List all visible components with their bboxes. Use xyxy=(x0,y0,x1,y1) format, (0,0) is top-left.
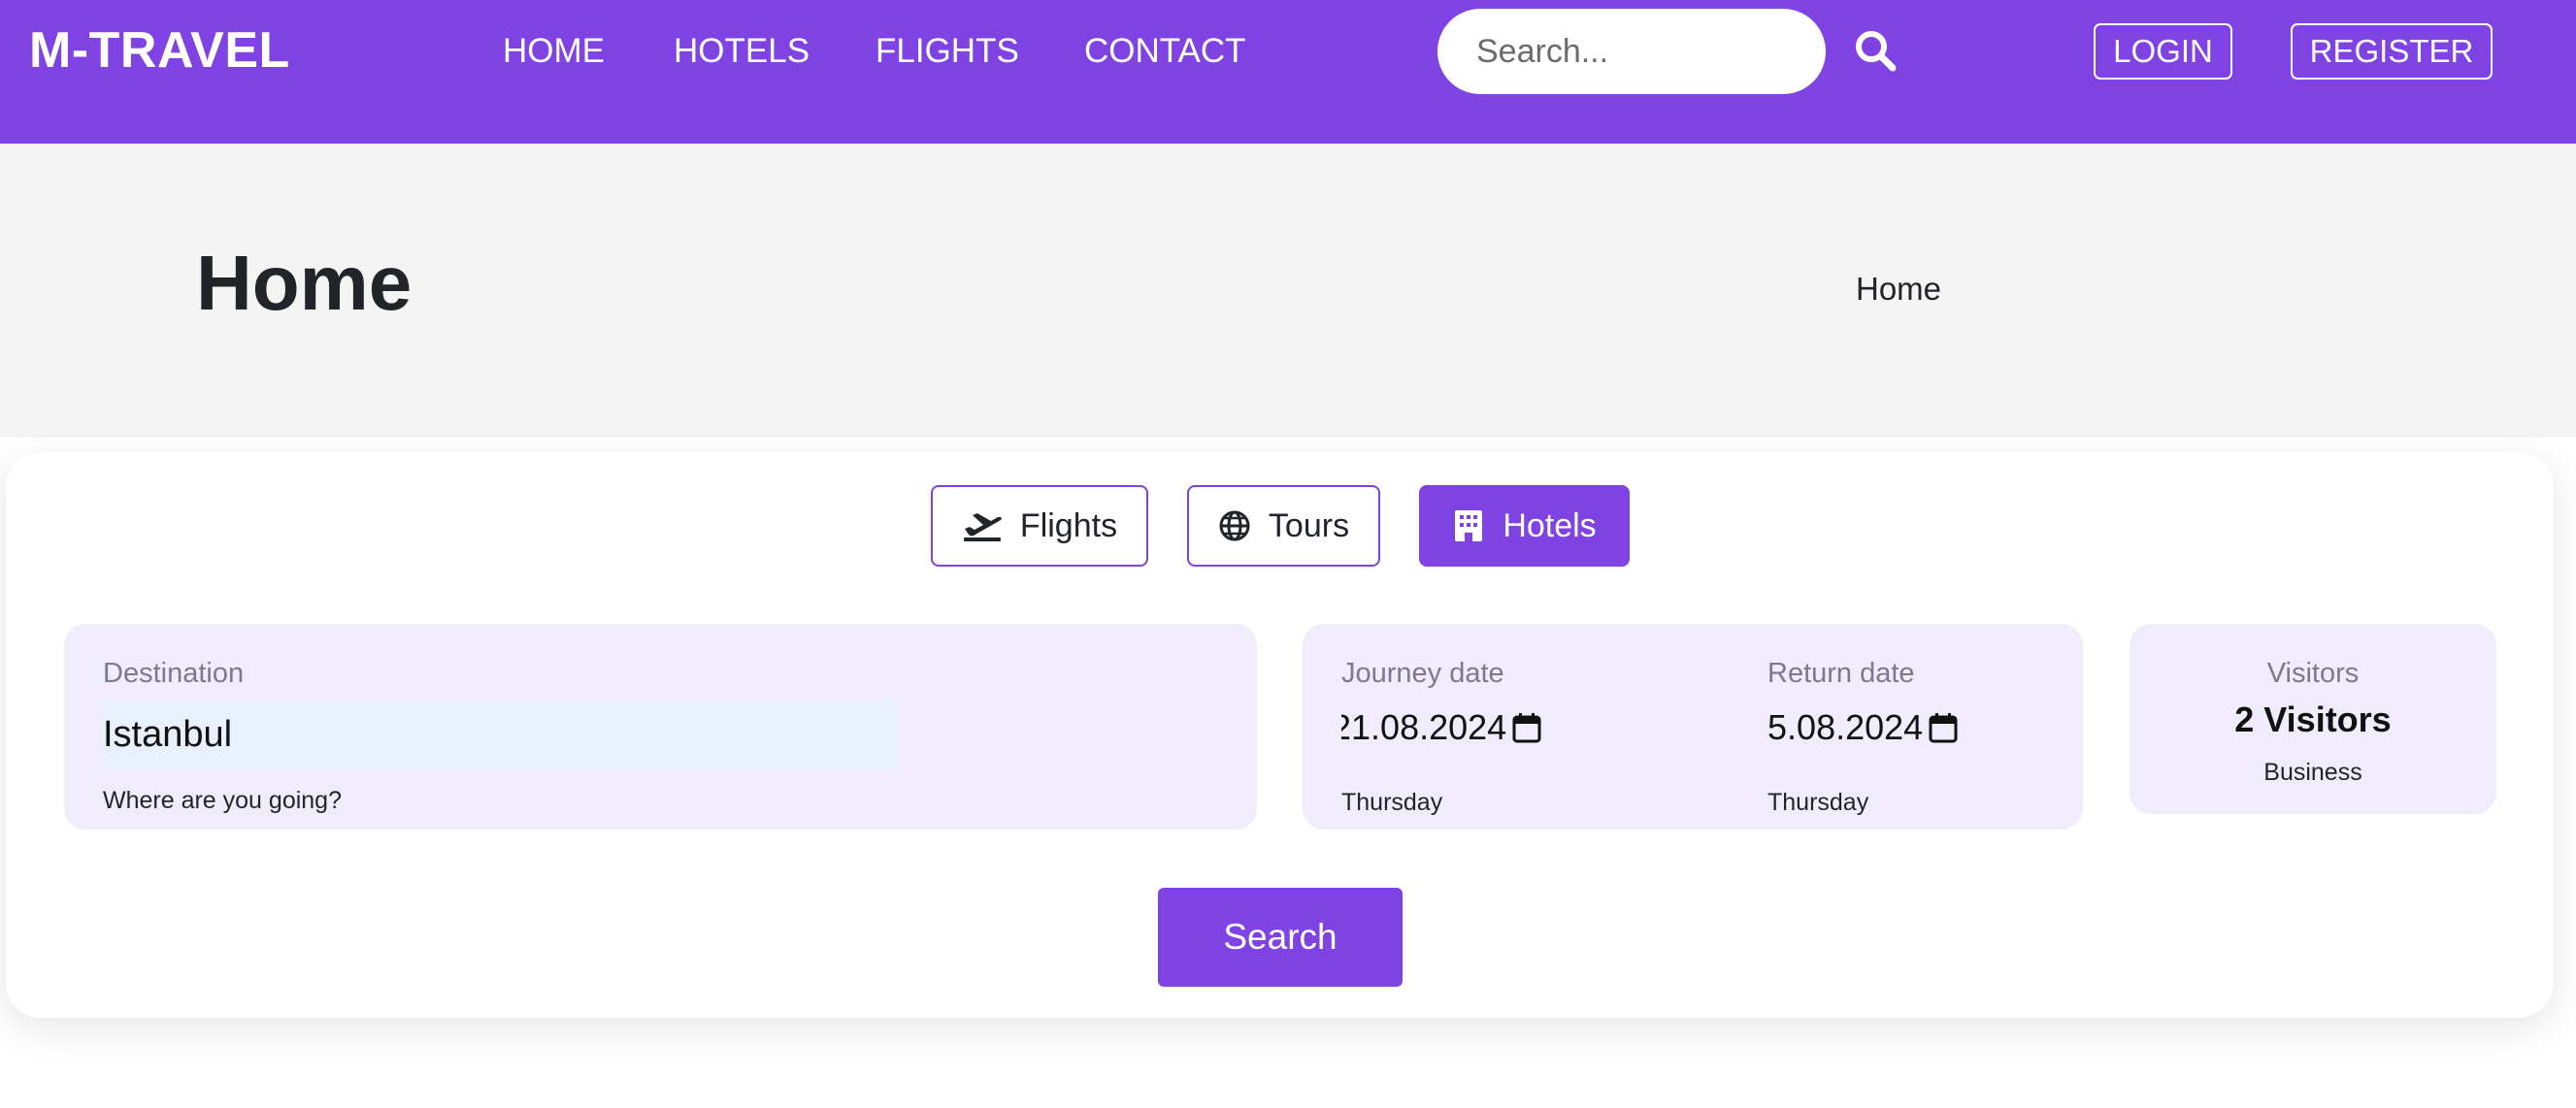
page-header: Home Home xyxy=(0,144,2576,438)
breadcrumb[interactable]: Home xyxy=(1856,270,1941,309)
tab-hotels-label: Hotels xyxy=(1503,506,1597,544)
travel-class: Business xyxy=(2263,759,2362,786)
tab-flights-label: Flights xyxy=(1019,506,1118,544)
journey-date-value: 21.08.2024 xyxy=(1341,707,1507,747)
return-date-value: 25.08.2024 xyxy=(1767,707,1924,747)
page-title: Home xyxy=(196,240,413,326)
nav-link-contact[interactable]: CONTACT xyxy=(1084,29,1246,74)
visitors-count[interactable]: 2 Visitors xyxy=(2130,698,2496,742)
return-day: Thursday xyxy=(1767,789,1869,816)
register-button[interactable]: REGISTER xyxy=(2291,23,2493,80)
journey-day: Thursday xyxy=(1341,789,1443,816)
journey-date-label: Journey date xyxy=(1341,658,1504,689)
visitors-panel[interactable]: Visitors 2 Visitors Business xyxy=(2130,624,2496,814)
tab-hotels[interactable]: Hotels xyxy=(1419,485,1630,567)
tab-tours[interactable]: Tours xyxy=(1187,485,1380,567)
destination-label: Destination xyxy=(103,658,245,689)
tab-tours-label: Tours xyxy=(1268,506,1350,544)
booking-card: Flights Tours Hotels Destination Where a… xyxy=(6,452,2554,1018)
login-button[interactable]: LOGIN xyxy=(2094,23,2232,80)
calendar-icon[interactable] xyxy=(1512,712,1541,743)
visitors-label: Visitors xyxy=(2266,658,2360,689)
destination-hint: Where are you going? xyxy=(103,787,342,814)
search-button[interactable]: Search xyxy=(1158,888,1403,987)
calendar-icon[interactable] xyxy=(1929,712,1958,743)
return-date-field[interactable]: 25.08.2024 xyxy=(1767,703,1991,752)
airplane-departure-icon xyxy=(963,513,1002,541)
top-navbar: M-TRAVEL HOME HOTELS FLIGHTS CONTACT LOG… xyxy=(0,0,2576,144)
hotel-building-icon xyxy=(1455,510,1483,541)
nav-link-flights[interactable]: FLIGHTS xyxy=(875,29,1019,74)
tab-flights[interactable]: Flights xyxy=(931,485,1148,567)
journey-date-field[interactable]: 21.08.2024 xyxy=(1341,703,1565,752)
brand-logo[interactable]: M-TRAVEL xyxy=(29,17,290,83)
globe-icon xyxy=(1219,510,1250,541)
destination-panel[interactable]: Destination Where are you going? xyxy=(64,624,1257,830)
return-date-label: Return date xyxy=(1767,658,1915,689)
nav-link-home[interactable]: HOME xyxy=(503,29,605,74)
dates-panel: Journey date 21.08.2024 Thursday Return … xyxy=(1303,624,2083,830)
nav-link-hotels[interactable]: HOTELS xyxy=(674,29,809,74)
search-input[interactable] xyxy=(1437,9,1826,94)
search-icon[interactable] xyxy=(1853,28,1898,73)
destination-input[interactable] xyxy=(103,700,897,769)
